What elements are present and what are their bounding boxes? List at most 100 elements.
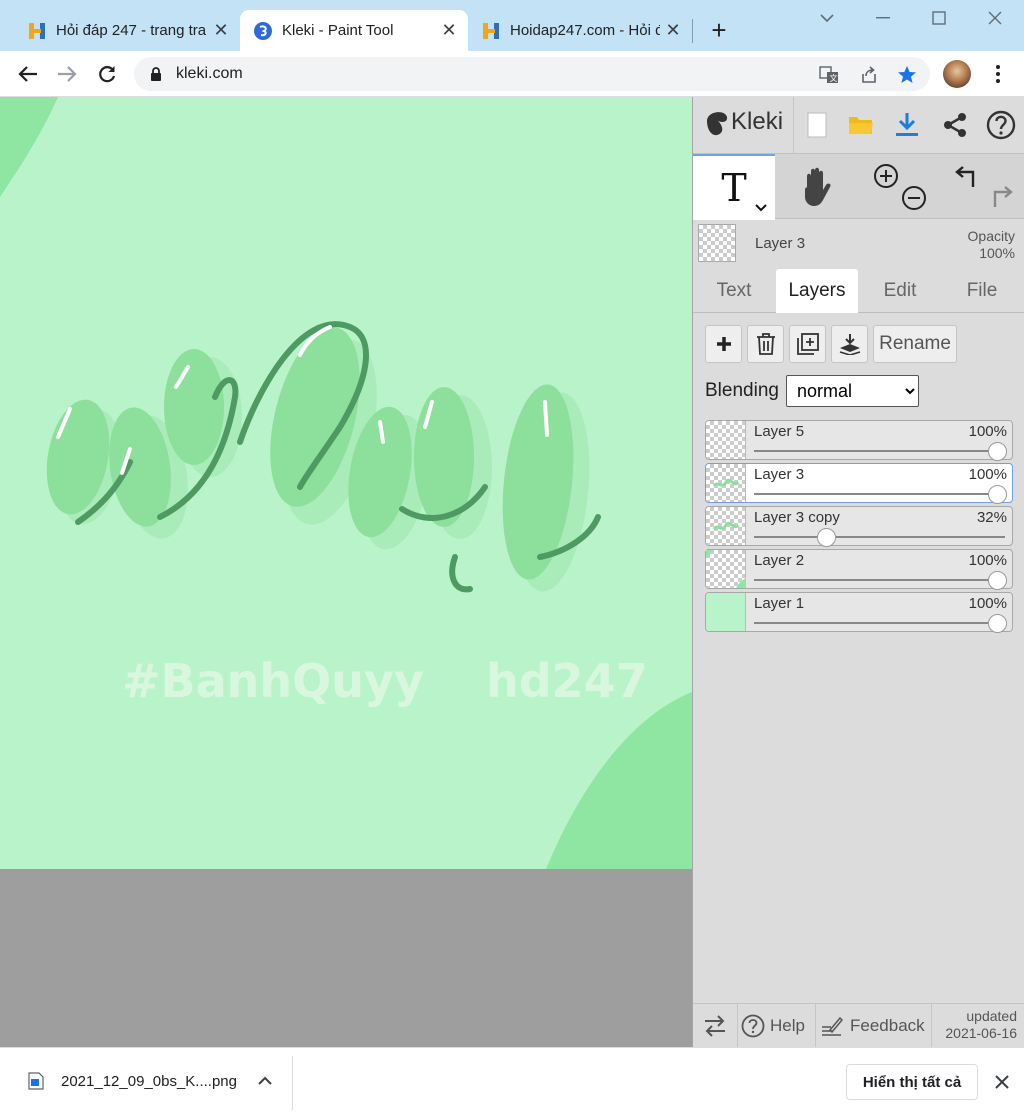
tab-close-icon[interactable]: ✕ (440, 20, 458, 40)
minimize-icon[interactable] (868, 6, 898, 30)
tab-close-icon[interactable]: ✕ (664, 20, 682, 40)
download-icon[interactable] (889, 107, 925, 143)
forward-arrow-icon[interactable] (53, 60, 81, 88)
layer-opacity-value: 100% (968, 466, 1007, 483)
url-text: kleki.com (176, 65, 243, 82)
kleki-header: Kleki (693, 97, 1024, 153)
tab-title: Kleki - Paint Tool (282, 22, 394, 39)
layer-row[interactable]: Layer 1 100% (705, 592, 1013, 633)
layer-row[interactable]: Layer 3 100% (705, 463, 1013, 504)
layer-opacity-slider-knob[interactable] (817, 528, 837, 547)
feedback-pencil-icon (822, 1016, 843, 1036)
duplicate-layer-button[interactable] (789, 325, 826, 363)
help-icon[interactable] (983, 107, 1019, 143)
layer-opacity-slider-knob[interactable] (988, 614, 1007, 633)
layer-row[interactable]: Layer 5 100% (705, 420, 1013, 461)
reload-icon[interactable] (93, 60, 121, 88)
open-folder-icon[interactable] (843, 107, 879, 143)
share-nodes-icon[interactable] (937, 107, 973, 143)
profile-avatar[interactable] (943, 60, 971, 88)
tab-hoidap-com[interactable]: Hoidap247.com - Hỏi đ ✕ (468, 10, 692, 51)
current-layer-opacity: Opacity 100% (968, 228, 1015, 262)
tab-hoidap-trang[interactable]: Hỏi đáp 247 - trang tra ✕ (14, 10, 240, 51)
drawing-canvas-area[interactable]: #BanhQuyy hd247 (0, 97, 692, 1047)
zoom-tool-button[interactable] (859, 154, 941, 220)
footer-divider (931, 1004, 932, 1048)
new-image-icon[interactable] (799, 107, 835, 143)
footer-divider (737, 1004, 738, 1048)
tab-text[interactable]: Text (701, 269, 767, 313)
blending-select[interactable]: normal (785, 375, 919, 407)
layer-opacity-slider-knob[interactable] (988, 442, 1007, 461)
window-close-icon[interactable] (980, 6, 1010, 30)
hand-tool-button[interactable] (775, 154, 859, 220)
swap-sides-icon[interactable] (703, 1004, 727, 1048)
layer-name: Layer 1 (754, 595, 805, 612)
tab-file[interactable]: File (949, 269, 1015, 313)
kleki-logo-text: Kleki (731, 108, 784, 135)
layer-row[interactable]: Layer 2 100% (705, 549, 1013, 590)
merge-down-icon (839, 334, 860, 355)
help-label: Help (770, 1016, 805, 1035)
svg-text:文: 文 (830, 73, 838, 83)
feedback-link[interactable]: Feedback (821, 1004, 925, 1048)
tab-layers[interactable]: Layers (776, 269, 858, 313)
tab-title: Hỏi đáp 247 - trang tra (56, 22, 206, 39)
maximize-icon[interactable] (924, 6, 954, 30)
undo-redo-button[interactable] (941, 154, 1024, 220)
add-layer-button[interactable] (705, 325, 742, 363)
share-icon[interactable] (858, 64, 880, 86)
tab-kleki[interactable]: Kleki - Paint Tool ✕ (240, 10, 468, 51)
feedback-label: Feedback (850, 1016, 925, 1035)
text-tool-button[interactable]: T (693, 154, 775, 220)
tab-edit[interactable]: Edit (867, 269, 933, 313)
blending-label: Blending (705, 380, 779, 401)
translate-icon[interactable]: 文 (818, 64, 840, 86)
download-bar: 2021_12_09_0bs_K....png Hiển thị tất cả (0, 1047, 1024, 1113)
chevron-up-icon[interactable] (256, 1072, 274, 1090)
layer-opacity-value: 100% (968, 595, 1007, 612)
bookmark-star-icon[interactable] (896, 64, 918, 86)
layer-name: Layer 3 (754, 466, 805, 483)
layer-opacity-value: 100% (968, 423, 1007, 440)
tab-search-icon[interactable] (812, 6, 842, 30)
rename-layer-button[interactable]: Rename (873, 325, 957, 363)
kleki-logo-icon (707, 112, 728, 136)
lock-icon (151, 67, 161, 81)
layer-opacity-slider-knob[interactable] (988, 571, 1007, 590)
layer-opacity-slider[interactable] (754, 622, 1005, 624)
close-download-bar-icon[interactable] (992, 1072, 1012, 1092)
help-circle-icon (741, 1014, 765, 1038)
layer-thumbnail (706, 550, 746, 588)
updated-date: 2021-06-16 (945, 1025, 1017, 1041)
help-link[interactable]: Help (741, 1004, 805, 1048)
tab-separator (692, 19, 693, 43)
address-bar[interactable]: kleki.com 文 (134, 57, 930, 91)
layer-row[interactable]: Layer 3 copy 32% (705, 506, 1013, 547)
current-layer-thumbnail (698, 224, 736, 262)
delete-layer-button[interactable] (747, 325, 784, 363)
layer-opacity-slider[interactable] (754, 493, 1005, 495)
more-menu-icon[interactable] (988, 63, 1008, 85)
chevron-down-icon[interactable] (755, 204, 767, 212)
download-file-name: 2021_12_09_0bs_K....png (61, 1072, 237, 1090)
tab-close-icon[interactable]: ✕ (212, 20, 230, 40)
new-tab-button[interactable]: + (706, 17, 732, 44)
blending-row: Blending normal (705, 375, 919, 407)
layer-name: Layer 3 copy (754, 509, 840, 526)
back-arrow-icon[interactable] (14, 60, 42, 88)
show-all-downloads-button[interactable]: Hiển thị tất cả (846, 1064, 978, 1100)
tab-title: Hoidap247.com - Hỏi đ (510, 22, 660, 39)
opacity-value: 100% (979, 245, 1015, 261)
merge-down-button[interactable] (831, 325, 868, 363)
layer-opacity-slider[interactable] (754, 579, 1005, 581)
header-divider (793, 97, 794, 153)
kleki-logo[interactable]: Kleki (703, 107, 783, 137)
artwork-drawing: #BanhQuyy hd247 (0, 97, 692, 869)
layer-opacity-slider-knob[interactable] (988, 485, 1007, 504)
layer-name: Layer 2 (754, 552, 805, 569)
artwork-canvas[interactable]: #BanhQuyy hd247 (0, 97, 692, 869)
layer-opacity-slider[interactable] (754, 450, 1005, 452)
download-item[interactable]: 2021_12_09_0bs_K....png (28, 1072, 237, 1090)
layer-opacity-slider[interactable] (754, 536, 1005, 538)
